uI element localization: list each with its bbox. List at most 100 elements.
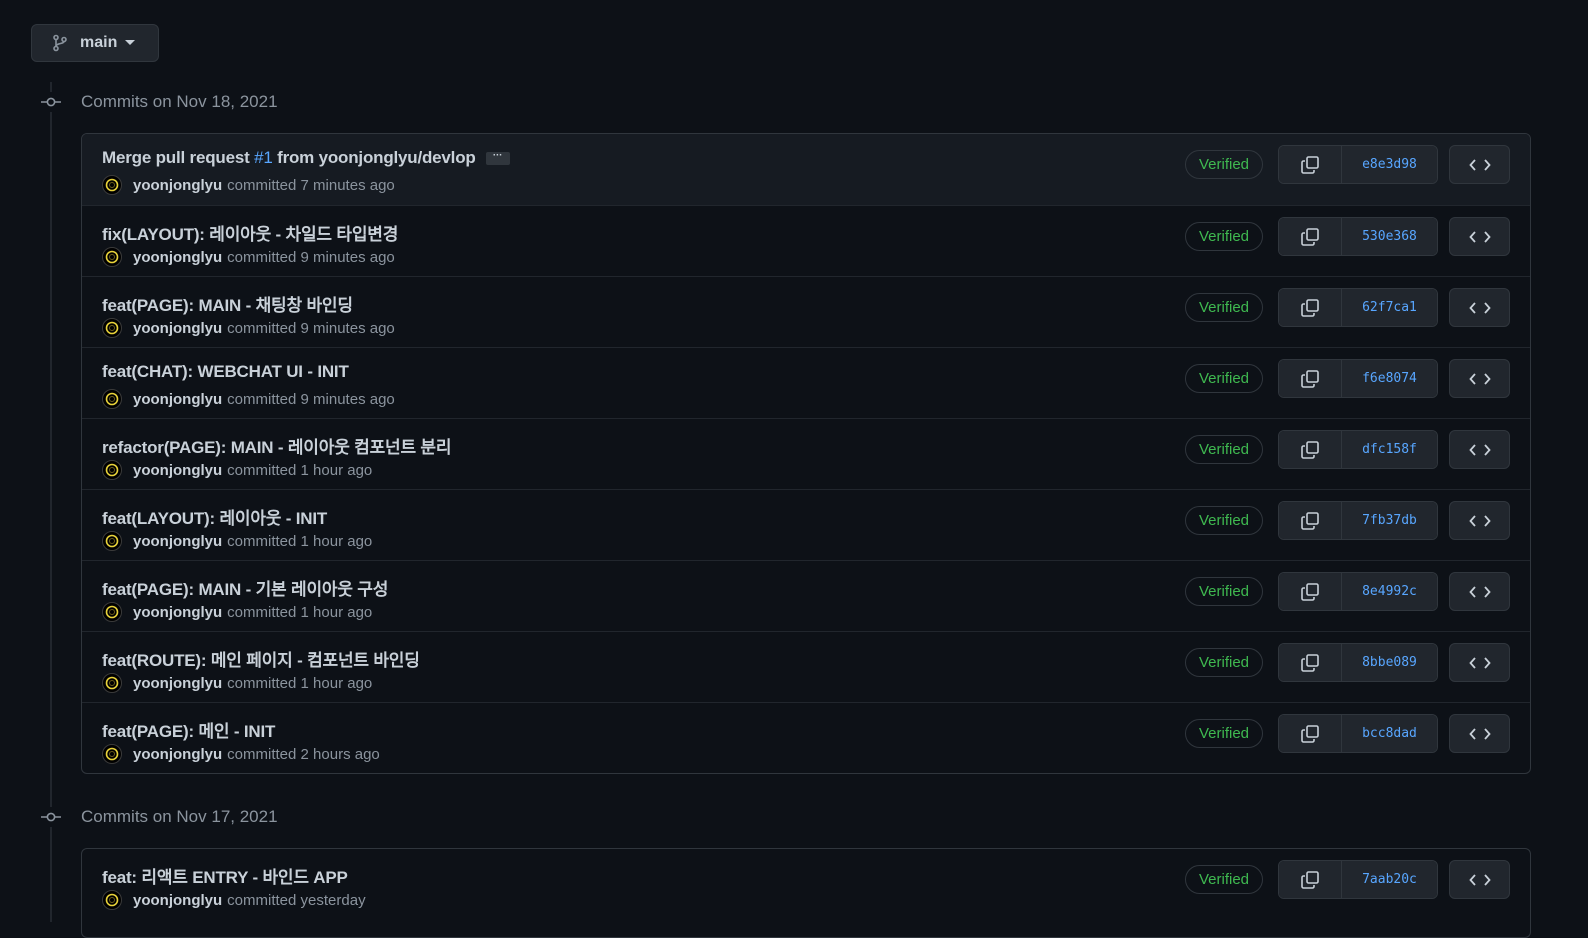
browse-repo-button[interactable] [1449, 572, 1510, 611]
commit-sha-link[interactable]: 62f7ca1 [1342, 289, 1437, 326]
commit-author[interactable]: yoonjonglyu [133, 320, 222, 337]
sha-button-group: bcc8dad [1278, 714, 1438, 753]
avatar[interactable] [102, 744, 122, 764]
commit-title[interactable]: feat(PAGE): MAIN - 채팅창 바인딩 [102, 291, 353, 316]
commit-time: 2 hours ago [300, 745, 380, 763]
commit-title[interactable]: feat(PAGE): MAIN - 기본 레이아웃 구성 [102, 575, 388, 600]
copy-sha-button[interactable] [1279, 502, 1342, 539]
commit-sha-link[interactable]: 7aab20c [1342, 861, 1437, 898]
copy-sha-button[interactable] [1279, 573, 1342, 610]
commit-sha-link[interactable]: 8bbe089 [1342, 644, 1437, 681]
verified-badge[interactable]: Verified [1185, 222, 1263, 251]
commit-group-header: Commits on Nov 18, 2021 [0, 90, 700, 114]
avatar[interactable] [102, 460, 122, 480]
avatar[interactable] [102, 389, 122, 409]
browse-repo-button[interactable] [1449, 430, 1510, 469]
commit-sha-link[interactable]: 530e368 [1342, 218, 1437, 255]
commit-title[interactable]: feat: 리액트 ENTRY - 바인드 APP [102, 863, 348, 888]
commit-author[interactable]: yoonjonglyu [133, 675, 222, 692]
commit-title[interactable]: feat(LAYOUT): 레이아웃 - INIT [102, 504, 327, 529]
browse-repo-button[interactable] [1449, 145, 1510, 184]
commit-sha-link[interactable]: bcc8dad [1342, 715, 1437, 752]
commit-author[interactable]: yoonjonglyu [133, 892, 222, 909]
commit-row: fix(LAYOUT): 레이아웃 - 차일드 타입변경 yoonjonglyu… [82, 205, 1530, 276]
commit-author[interactable]: yoonjonglyu [133, 746, 222, 763]
browse-repo-button[interactable] [1449, 501, 1510, 540]
commit-message[interactable]: feat(ROUTE): 메인 페이지 - 컴포넌트 바인딩 [102, 651, 420, 670]
commit-title[interactable]: refactor(PAGE): MAIN - 레이아웃 컴포넌트 분리 [102, 433, 452, 458]
commit-author[interactable]: yoonjonglyu [133, 604, 222, 621]
verified-badge[interactable]: Verified [1185, 865, 1263, 894]
commit-title[interactable]: fix(LAYOUT): 레이아웃 - 차일드 타입변경 [102, 220, 398, 245]
commit-message[interactable]: feat: 리액트 ENTRY - 바인드 APP [102, 868, 348, 887]
verified-badge[interactable]: Verified [1185, 648, 1263, 677]
commit-message[interactable]: feat(PAGE): MAIN - 기본 레이아웃 구성 [102, 580, 388, 599]
code-icon [1468, 301, 1491, 315]
commit-action: committed [227, 745, 297, 763]
verified-badge[interactable]: Verified [1185, 364, 1263, 393]
copy-icon [1300, 369, 1320, 389]
verified-badge[interactable]: Verified [1185, 719, 1263, 748]
commit-title[interactable]: Merge pull request #1 from yoonjonglyu/d… [102, 148, 510, 168]
browse-repo-button[interactable] [1449, 643, 1510, 682]
avatar[interactable] [102, 247, 122, 267]
commit-author[interactable]: yoonjonglyu [133, 462, 222, 479]
avatar[interactable] [102, 890, 122, 910]
expand-message-button[interactable]: ··· [485, 151, 510, 166]
browse-repo-button[interactable] [1449, 288, 1510, 327]
avatar[interactable] [102, 602, 122, 622]
commit-sha-link[interactable]: 8e4992c [1342, 573, 1437, 610]
commit-message[interactable]: fix(LAYOUT): 레이아웃 - 차일드 타입변경 [102, 225, 398, 244]
commit-group-title: Commits on Nov 17, 2021 [81, 807, 278, 826]
avatar[interactable] [102, 673, 122, 693]
avatar[interactable] [102, 318, 122, 338]
avatar[interactable] [102, 531, 122, 551]
commit-row: feat(PAGE): MAIN - 기본 레이아웃 구성 yoonjongly… [82, 560, 1530, 631]
commit-message[interactable]: feat(PAGE): MAIN - 채팅창 바인딩 [102, 296, 353, 315]
copy-sha-button[interactable] [1279, 431, 1342, 468]
commit-message[interactable]: from yoonjonglyu/devlop [273, 148, 476, 167]
verified-badge[interactable]: Verified [1185, 293, 1263, 322]
commit-title[interactable]: feat(ROUTE): 메인 페이지 - 컴포넌트 바인딩 [102, 646, 420, 671]
commit-message[interactable]: feat(LAYOUT): 레이아웃 - INIT [102, 509, 327, 528]
browse-repo-button[interactable] [1449, 217, 1510, 256]
commit-title[interactable]: feat(CHAT): WEBCHAT UI - INIT [102, 362, 349, 382]
browse-repo-button[interactable] [1449, 359, 1510, 398]
commit-title[interactable]: feat(PAGE): 메인 - INIT [102, 717, 275, 742]
avatar[interactable] [102, 175, 122, 195]
code-icon [1468, 443, 1491, 457]
verified-badge[interactable]: Verified [1185, 435, 1263, 464]
copy-sha-button[interactable] [1279, 146, 1342, 183]
copy-sha-button[interactable] [1279, 861, 1342, 898]
verified-badge[interactable]: Verified [1185, 506, 1263, 535]
copy-sha-button[interactable] [1279, 289, 1342, 326]
commit-message[interactable]: refactor(PAGE): MAIN - 레이아웃 컴포넌트 분리 [102, 438, 452, 457]
copy-sha-button[interactable] [1279, 360, 1342, 397]
copy-sha-button[interactable] [1279, 715, 1342, 752]
browse-repo-button[interactable] [1449, 860, 1510, 899]
commit-time: 1 hour ago [300, 674, 373, 692]
commit-message[interactable]: feat(CHAT): WEBCHAT UI - INIT [102, 362, 349, 381]
commit-message[interactable]: feat(PAGE): 메인 - INIT [102, 722, 275, 741]
commit-sha-link[interactable]: e8e3d98 [1342, 146, 1437, 183]
commit-author[interactable]: yoonjonglyu [133, 533, 222, 550]
commit-author[interactable]: yoonjonglyu [133, 249, 222, 266]
branch-select-button[interactable]: main [31, 24, 159, 62]
triangle-down-icon [125, 40, 136, 46]
code-icon [1468, 727, 1491, 741]
commit-list: Merge pull request #1 from yoonjonglyu/d… [81, 133, 1531, 774]
commit-author[interactable]: yoonjonglyu [133, 391, 222, 408]
copy-sha-button[interactable] [1279, 644, 1342, 681]
browse-repo-button[interactable] [1449, 714, 1510, 753]
commit-sha-link[interactable]: f6e8074 [1342, 360, 1437, 397]
verified-badge[interactable]: Verified [1185, 150, 1263, 179]
copy-sha-button[interactable] [1279, 218, 1342, 255]
commit-meta: yoonjonglyu committed 2 hours ago [102, 743, 380, 765]
git-commit-icon [41, 807, 61, 827]
pull-request-link[interactable]: #1 [254, 148, 273, 167]
commit-message[interactable]: Merge pull request [102, 148, 254, 167]
commit-sha-link[interactable]: dfc158f [1342, 431, 1437, 468]
verified-badge[interactable]: Verified [1185, 577, 1263, 606]
commit-author[interactable]: yoonjonglyu [133, 177, 222, 194]
commit-sha-link[interactable]: 7fb37db [1342, 502, 1437, 539]
